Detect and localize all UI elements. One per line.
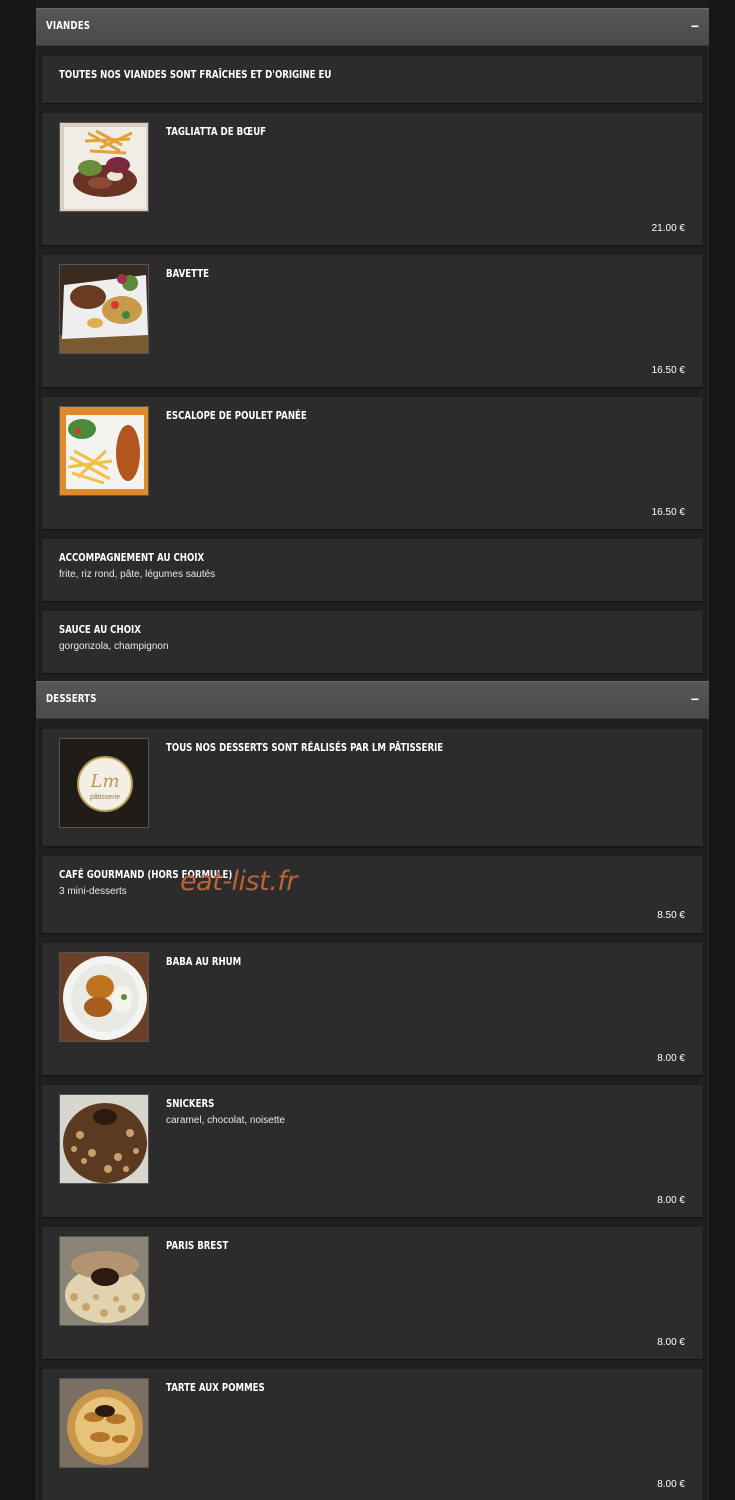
escalope-photo xyxy=(59,406,149,496)
item-price: 16.50 € xyxy=(651,507,685,518)
tagliata-photo xyxy=(59,122,149,212)
menu-note: TOUTES NOS VIANDES SONT FRAÎCHES ET D'OR… xyxy=(42,56,703,103)
item-name: PARIS BREST xyxy=(166,1240,229,1252)
menu-item-snickers[interactable]: SNICKERS caramel, chocolat, noisette 8.0… xyxy=(42,1085,703,1217)
menu-note-desserts: Lm pâtisserie TOUS NOS DESSERTS SONT RÉA… xyxy=(42,729,703,846)
logo-text: Lm xyxy=(89,771,119,792)
item-name: ACCOMPAGNEMENT AU CHOIX xyxy=(59,552,205,564)
menu-item-cafe-gourmand[interactable]: CAFÉ GOURMAND (HORS FORMULE) 3 mini-dess… xyxy=(42,856,703,933)
menu-item-baba[interactable]: BABA AU RHUM 8.00 € xyxy=(42,943,703,1075)
item-description: caramel, chocolat, noisette xyxy=(166,1115,285,1126)
menu-item-tagliata[interactable]: TAGLIATTA DE BŒUF 21.00 € xyxy=(42,113,703,245)
tarte-photo xyxy=(59,1378,149,1468)
collapse-icon[interactable]: − xyxy=(691,18,699,34)
baba-photo xyxy=(59,952,149,1042)
collapse-icon[interactable]: − xyxy=(691,691,699,707)
section-header-desserts[interactable]: DESSERTS − xyxy=(36,681,709,719)
item-price: 16.50 € xyxy=(651,365,685,376)
item-name: TAGLIATTA DE BŒUF xyxy=(166,126,267,138)
item-name: TOUTES NOS VIANDES SONT FRAÎCHES ET D'OR… xyxy=(59,69,332,81)
snickers-photo xyxy=(59,1094,149,1184)
item-price: 8.00 € xyxy=(657,1479,685,1490)
section-header-viandes[interactable]: VIANDES − xyxy=(36,8,709,46)
item-price: 8.00 € xyxy=(657,1195,685,1206)
menu-item-sauce[interactable]: SAUCE AU CHOIX gorgonzola, champignon xyxy=(42,611,703,673)
section-title: DESSERTS xyxy=(46,693,97,705)
item-price: 21.00 € xyxy=(651,223,685,234)
section-title: VIANDES xyxy=(46,20,91,32)
item-price: 8.00 € xyxy=(657,1337,685,1348)
item-price: 8.00 € xyxy=(657,1053,685,1064)
menu-item-accompagnement[interactable]: ACCOMPAGNEMENT AU CHOIX frite, riz rond,… xyxy=(42,539,703,601)
item-description: frite, riz rond, pâte, légumes sautés xyxy=(59,569,216,580)
watermark: eat-list.fr xyxy=(180,866,297,897)
bavette-photo xyxy=(59,264,149,354)
menu-item-paris-brest[interactable]: PARIS BREST 8.00 € xyxy=(42,1227,703,1359)
item-name: BABA AU RHUM xyxy=(166,956,242,968)
menu-item-bavette[interactable]: BAVETTE 16.50 € xyxy=(42,255,703,387)
logo-subtext: pâtisserie xyxy=(90,794,120,801)
item-description: 3 mini-desserts xyxy=(59,886,127,897)
menu-item-tarte-pommes[interactable]: TARTE AUX POMMES 8.00 € xyxy=(42,1369,703,1500)
item-price: 8.50 € xyxy=(657,910,685,921)
top-divider xyxy=(36,0,709,8)
lm-patisserie-logo: Lm pâtisserie xyxy=(59,738,149,828)
item-name: TOUS NOS DESSERTS SONT RÉALISÉS PAR LM P… xyxy=(166,742,444,754)
item-name: TARTE AUX POMMES xyxy=(166,1382,265,1394)
item-name: SAUCE AU CHOIX xyxy=(59,624,141,636)
item-name: SNICKERS xyxy=(166,1098,215,1110)
paris-brest-photo xyxy=(59,1236,149,1326)
menu-item-escalope[interactable]: ESCALOPE DE POULET PANÉE 16.50 € xyxy=(42,397,703,529)
item-description: gorgonzola, champignon xyxy=(59,641,169,652)
item-name: BAVETTE xyxy=(166,268,210,280)
item-name: ESCALOPE DE POULET PANÉE xyxy=(166,410,307,422)
